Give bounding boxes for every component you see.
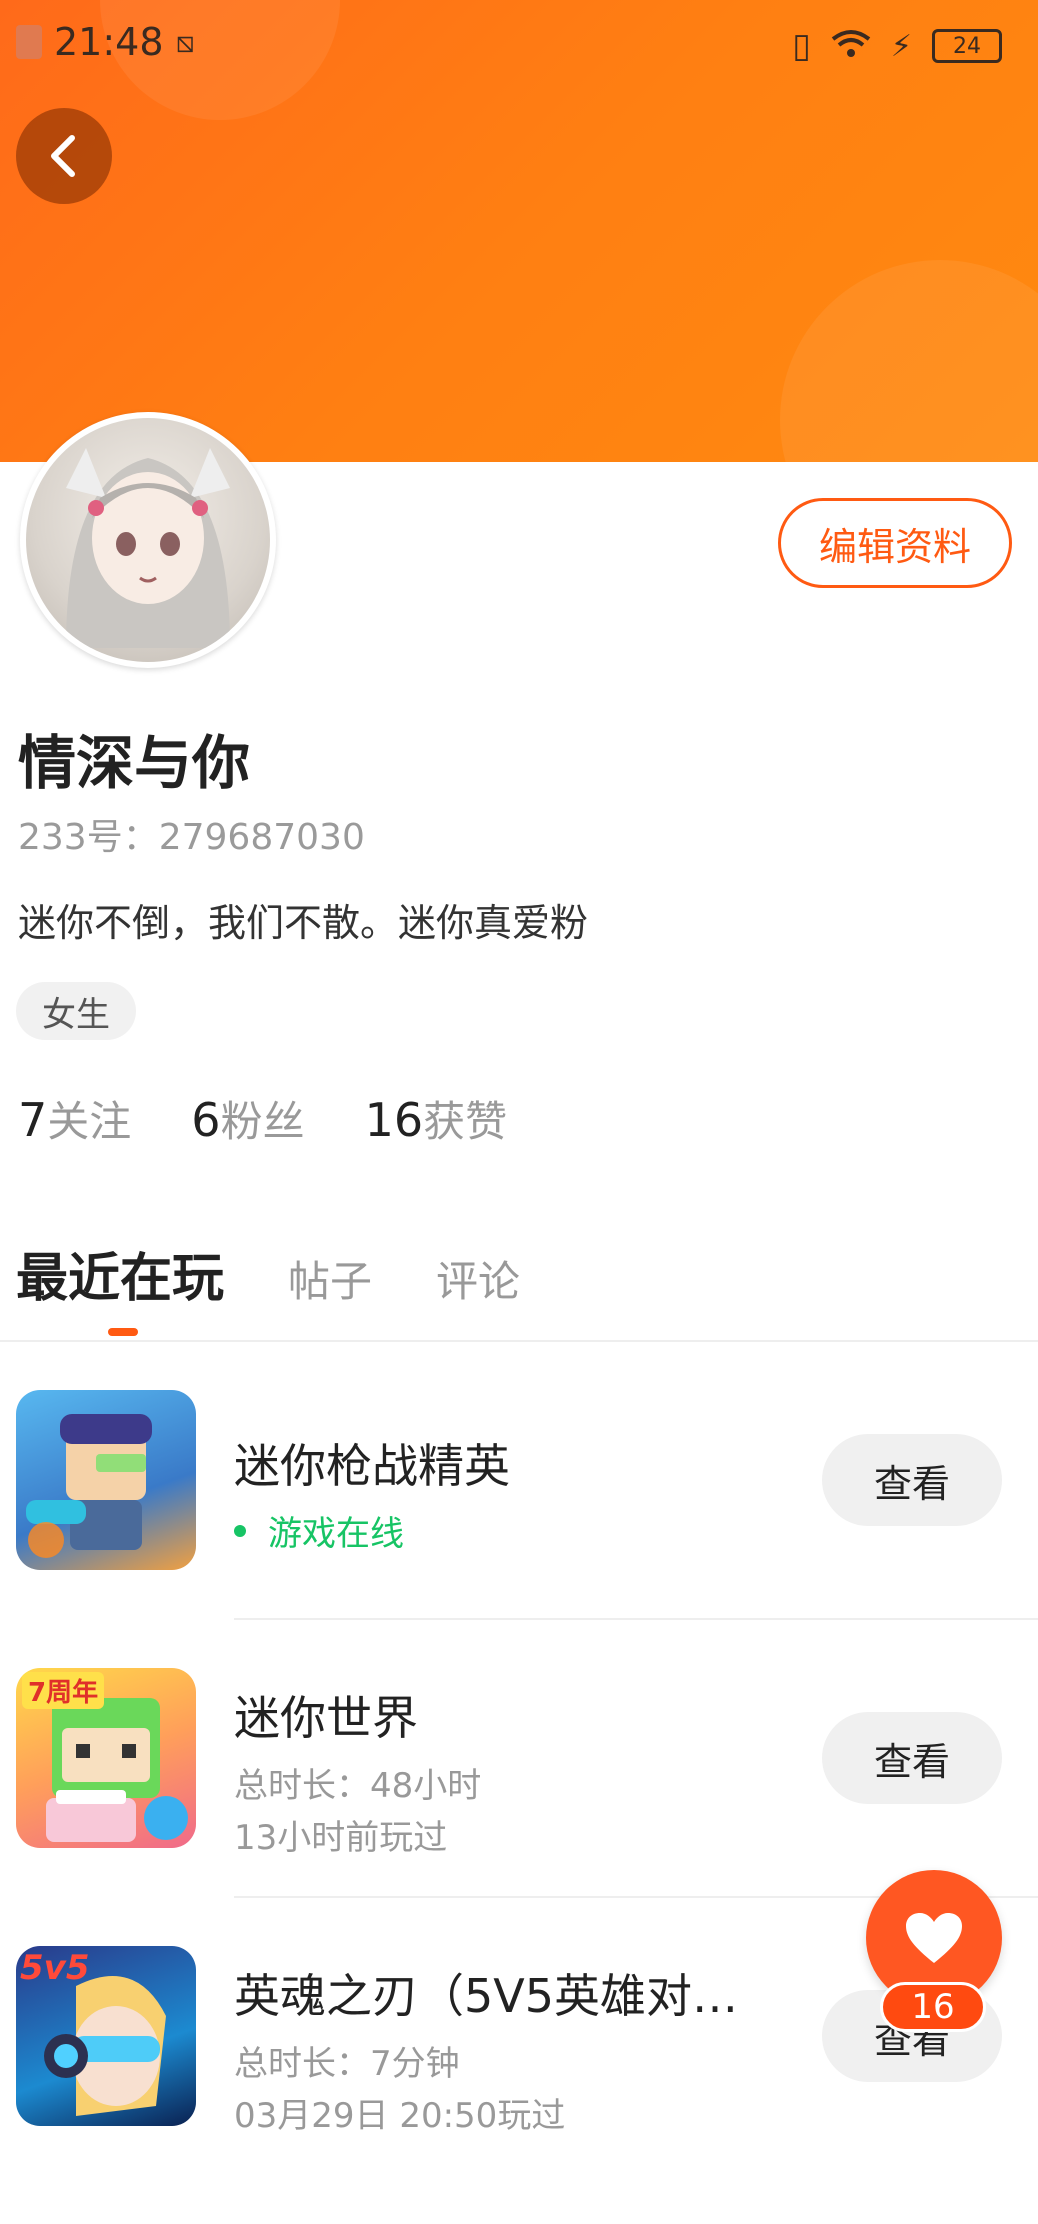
user-id-label: 233号： [18,817,159,858]
followers-label: 粉丝 [220,1097,305,1146]
game-title: 迷你世界 [234,1691,418,1745]
tab-comments[interactable]: 评论 [436,1248,520,1309]
likes-count: 16 [364,1093,424,1147]
wifi-icon [831,24,871,68]
charging-icon: ⚡ [890,28,912,64]
game-title: 迷你枪战精英 [234,1439,510,1493]
game-duration: 总时长：48小时 [234,1766,482,1806]
anniversary-badge: 7周年 [22,1672,105,1709]
row-divider [234,1618,1038,1620]
stat-following[interactable]: 7 关注 [18,1088,131,1149]
notification-icon [16,25,42,59]
back-arrow-icon [51,135,75,177]
game-list-item[interactable]: 迷你枪战精英 游戏在线 查看 [0,1390,1038,1668]
online-dot-icon [234,1524,246,1537]
view-game-button[interactable]: 查看 [822,1712,1002,1804]
gender-tag: 女生 [16,982,136,1040]
tabs-divider [0,1340,1038,1342]
game-last-played: 13小时前玩过 [234,1818,448,1858]
profile-stats: 7 关注 6 粉丝 16 获赞 [18,1088,507,1149]
tab-recently-played[interactable]: 最近在玩 [16,1236,224,1311]
tab-posts[interactable]: 帖子 [288,1248,372,1309]
back-button[interactable] [16,108,112,204]
screenshot-icon: ⧅ [175,24,195,60]
game-last-played: 03月29日 20:50玩过 [234,2096,566,2136]
game-icon-label: 5v5 [20,1948,90,1988]
battery-icon: 24 [932,29,1002,63]
like-count-badge: 16 [880,1982,986,2032]
following-label: 关注 [47,1097,132,1146]
game-title: 英魂之刃（5V5英雄对… [234,1969,739,2023]
header-decoration [780,260,1038,462]
likes-label: 获赞 [423,1097,508,1146]
game-duration: 总时长：7分钟 [234,2044,460,2084]
game-list-item[interactable]: 5v5 英魂之刃（5V5英雄对… 总时长：7分钟 03月29日 20:50玩过 … [0,1946,1038,2224]
avatar-image [26,418,270,662]
heart-icon [906,1913,962,1963]
status-time: 21:48 [54,20,164,64]
username: 情深与你 [18,729,251,797]
game-online-status: 游戏在线 [234,1506,404,1555]
edit-profile-button[interactable]: 编辑资料 [778,498,1012,588]
online-status-text: 游戏在线 [268,1514,404,1554]
game-icon: 7周年 [16,1668,196,1848]
status-bar: 21:48 ⧅ ▯ ⚡ 24 [0,0,1038,88]
stat-followers[interactable]: 6 粉丝 [191,1088,304,1149]
user-id: 233号：279687030 [18,808,365,860]
user-bio: 迷你不倒，我们不散。迷你真爱粉 [18,901,589,945]
avatar[interactable] [20,412,276,668]
profile-tabs: 最近在玩 帖子 评论 [16,1236,520,1311]
battery-level: 24 [953,33,981,59]
view-game-button[interactable]: 查看 [822,1434,1002,1526]
stat-likes[interactable]: 16 获赞 [365,1088,508,1149]
vibrate-icon: ▯ [792,26,811,66]
user-id-value: 279687030 [158,817,365,858]
active-tab-indicator [108,1328,138,1336]
game-icon [16,1390,196,1570]
followers-count: 6 [191,1093,221,1147]
game-icon: 5v5 [16,1946,196,2126]
following-count: 7 [18,1093,48,1147]
